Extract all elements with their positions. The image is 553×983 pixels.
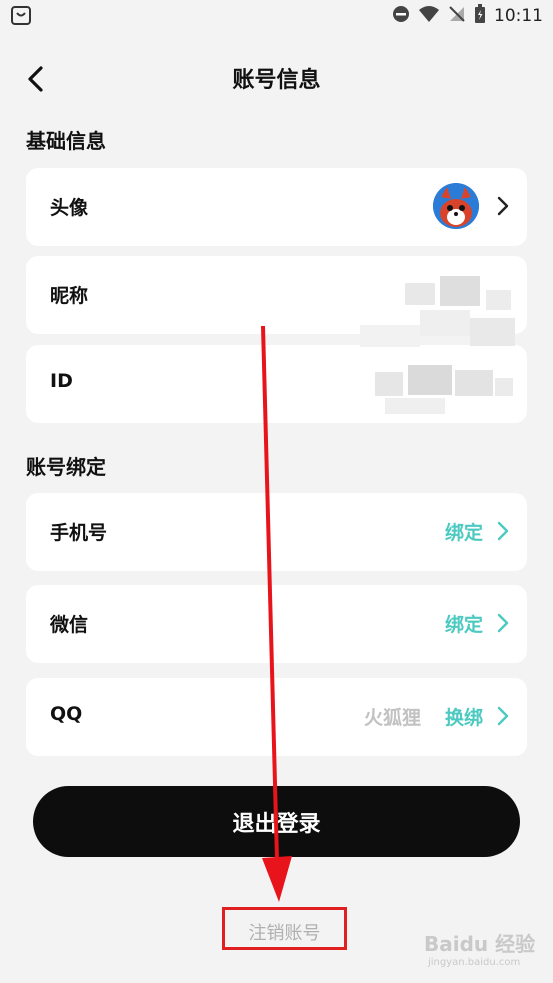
wifi-icon: [418, 5, 440, 27]
avatar: [433, 183, 479, 229]
dnd-icon: [392, 5, 410, 27]
cancel-account-highlight[interactable]: 注销账号: [222, 907, 347, 950]
avatar-row[interactable]: 头像: [26, 168, 527, 246]
wechat-label: 微信: [50, 614, 89, 636]
id-label: ID: [50, 370, 73, 392]
header: 账号信息: [0, 50, 553, 106]
section-title-basic: 基础信息: [26, 129, 106, 153]
chevron-right-icon: [497, 196, 509, 216]
section-title-binding: 账号绑定: [26, 455, 106, 479]
status-bar: 10:11: [0, 0, 553, 34]
battery-icon: [474, 4, 486, 28]
qq-rebind-action[interactable]: 换绑: [445, 703, 483, 730]
watermark-brand: Baidu 经验: [424, 932, 536, 956]
status-time: 10:11: [494, 6, 543, 26]
phone-bind-action[interactable]: 绑定: [445, 518, 483, 545]
phone-row[interactable]: 手机号 绑定: [26, 493, 527, 571]
qq-row[interactable]: QQ 火狐狸 换绑: [26, 678, 527, 756]
logout-button[interactable]: 退出登录: [33, 786, 520, 857]
qq-nickname: 火狐狸: [363, 707, 421, 729]
page-title: 账号信息: [232, 68, 321, 93]
chevron-right-icon: [497, 613, 509, 633]
watermark-url: jingyan.baidu.com: [428, 957, 521, 968]
avatar-label: 头像: [50, 197, 89, 219]
baidu-watermark: Baidu 经验 jingyan.baidu.com: [424, 928, 535, 968]
qq-label: QQ: [50, 703, 83, 725]
wechat-row[interactable]: 微信 绑定: [26, 585, 527, 663]
chevron-right-icon: [497, 521, 509, 541]
wechat-bind-action[interactable]: 绑定: [445, 610, 483, 637]
phone-label: 手机号: [50, 522, 108, 544]
no-signal-icon: [448, 5, 466, 27]
cancel-account-link[interactable]: 注销账号: [225, 919, 344, 945]
chevron-right-icon: [497, 706, 509, 726]
nickname-label: 昵称: [50, 285, 89, 307]
shopping-bag-icon: [10, 5, 32, 31]
